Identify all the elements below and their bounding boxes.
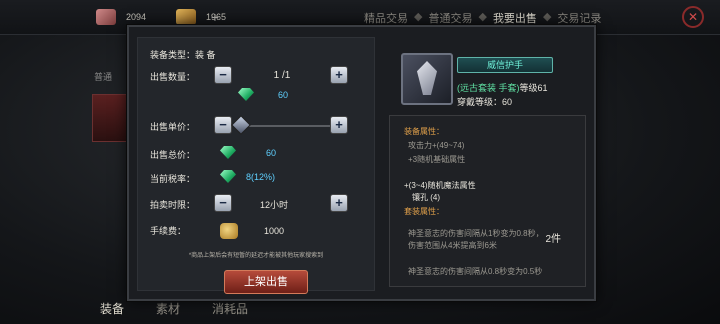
inventory-slot[interactable] xyxy=(92,94,128,142)
set-bonus-1: 神圣意志的伤害间隔从1秒变为0.8秒， xyxy=(408,229,544,238)
tax-label: 当前税率： xyxy=(150,174,196,184)
set-bonus-2: 伤害范围从4米提高到6米 xyxy=(408,241,497,250)
item-icon xyxy=(401,53,453,105)
unit-price-value: 60 xyxy=(278,90,289,100)
decrease-price-button[interactable]: − xyxy=(214,116,232,134)
tab-equipment[interactable]: 装备 xyxy=(100,300,124,317)
random-base-attr: +3随机基础属性 xyxy=(408,155,466,164)
increase-qty-button[interactable]: + xyxy=(330,66,348,84)
tab-sell[interactable]: 我要出售 xyxy=(493,10,537,26)
sell-dialog: 装备类型：装 备 出售数量： − 1 /1 + 60 出售单价： − + 出售总… xyxy=(127,25,596,301)
sockets-attr: 镶孔 (4) xyxy=(412,193,440,202)
price-slider-handle[interactable] xyxy=(231,115,251,135)
trade-tabs: 精品交易 ◆ 普通交易 ◆ 我要出售 ◆ 交易记录 xyxy=(364,10,602,26)
tab-premium-trade[interactable]: 精品交易 xyxy=(364,10,408,26)
fee-label: 手续费： xyxy=(150,226,187,236)
qty-value: 1 /1 xyxy=(273,70,291,81)
currency-tickets-value: 1965 xyxy=(205,12,226,22)
total-label: 出售总价： xyxy=(150,150,196,160)
gem-icon xyxy=(220,146,236,159)
increase-price-button[interactable]: + xyxy=(330,116,348,134)
gem-icon xyxy=(220,170,236,183)
wear-level: 穿戴等级：60 xyxy=(457,97,513,107)
decrease-qty-button[interactable]: − xyxy=(214,66,232,84)
list-for-sale-button[interactable]: 上架出售 xyxy=(224,270,308,294)
increase-time-button[interactable]: + xyxy=(330,194,348,212)
tab-consumables[interactable]: 消耗品 xyxy=(212,300,248,317)
item-details: 威信护手 (远古套装 手套)等级61 穿戴等级：60 装备属性： 攻击力+(49… xyxy=(389,37,586,289)
type-value: 装 备 xyxy=(195,50,216,60)
sidebar-normal-label: 普通 xyxy=(94,72,113,82)
unit-price-label: 出售单价： xyxy=(150,122,196,132)
gold-coins-icon xyxy=(220,223,238,239)
tab-materials[interactable]: 素材 xyxy=(156,300,180,317)
listing-note: *商品上架后会有短暂的延迟才能被其他玩家搜索到 xyxy=(188,253,324,259)
currency-gems-value: 2094 xyxy=(125,12,146,22)
qty-label: 出售数量： xyxy=(150,72,196,82)
price-slider[interactable] xyxy=(238,125,334,127)
attack-attr: 攻击力+(49~74) xyxy=(408,141,465,150)
sell-form: 装备类型：装 备 出售数量： − 1 /1 + 60 出售单价： − + 出售总… xyxy=(137,37,375,294)
tab-trade-history[interactable]: 交易记录 xyxy=(557,10,601,26)
item-set: (远古套装 手套) xyxy=(457,83,520,93)
fee-value: 1000 xyxy=(264,226,285,236)
currency-tickets: 1965 + xyxy=(176,8,226,26)
attr-header: 装备属性： xyxy=(404,127,444,136)
gem-icon xyxy=(238,88,254,101)
close-icon[interactable]: ✕ xyxy=(682,6,704,28)
total-value: 60 xyxy=(266,148,277,158)
tab-normal-trade[interactable]: 普通交易 xyxy=(428,10,472,26)
item-set-line: (远古套装 手套)等级61 xyxy=(457,81,548,94)
currency-gems: 2094 xyxy=(96,8,146,26)
attributes-box: 装备属性： 攻击力+(49~74) +3随机基础属性 +(3~4)随机魔法属性 … xyxy=(389,115,586,287)
decrease-time-button[interactable]: − xyxy=(214,194,232,212)
gauntlet-icon xyxy=(417,61,437,95)
time-limit-value: 12小时 xyxy=(260,200,289,210)
tax-value: 8(12%) xyxy=(246,172,276,182)
item-level: 等级61 xyxy=(519,83,548,93)
random-magic-attr: +(3~4)随机魔法属性 xyxy=(404,181,476,190)
item-name: 威信护手 xyxy=(457,57,553,73)
bottom-tabs: 装备 素材 消耗品 xyxy=(100,300,280,317)
set-piece-count: 2件 xyxy=(545,234,561,245)
set-bonus-3: 神圣意志的伤害间隔从0.8秒变为0.5秒 xyxy=(408,267,543,276)
time-limit-label: 拍卖时限： xyxy=(150,200,196,210)
type-label: 装备类型： xyxy=(150,50,196,60)
set-header: 套装属性： xyxy=(404,207,444,216)
